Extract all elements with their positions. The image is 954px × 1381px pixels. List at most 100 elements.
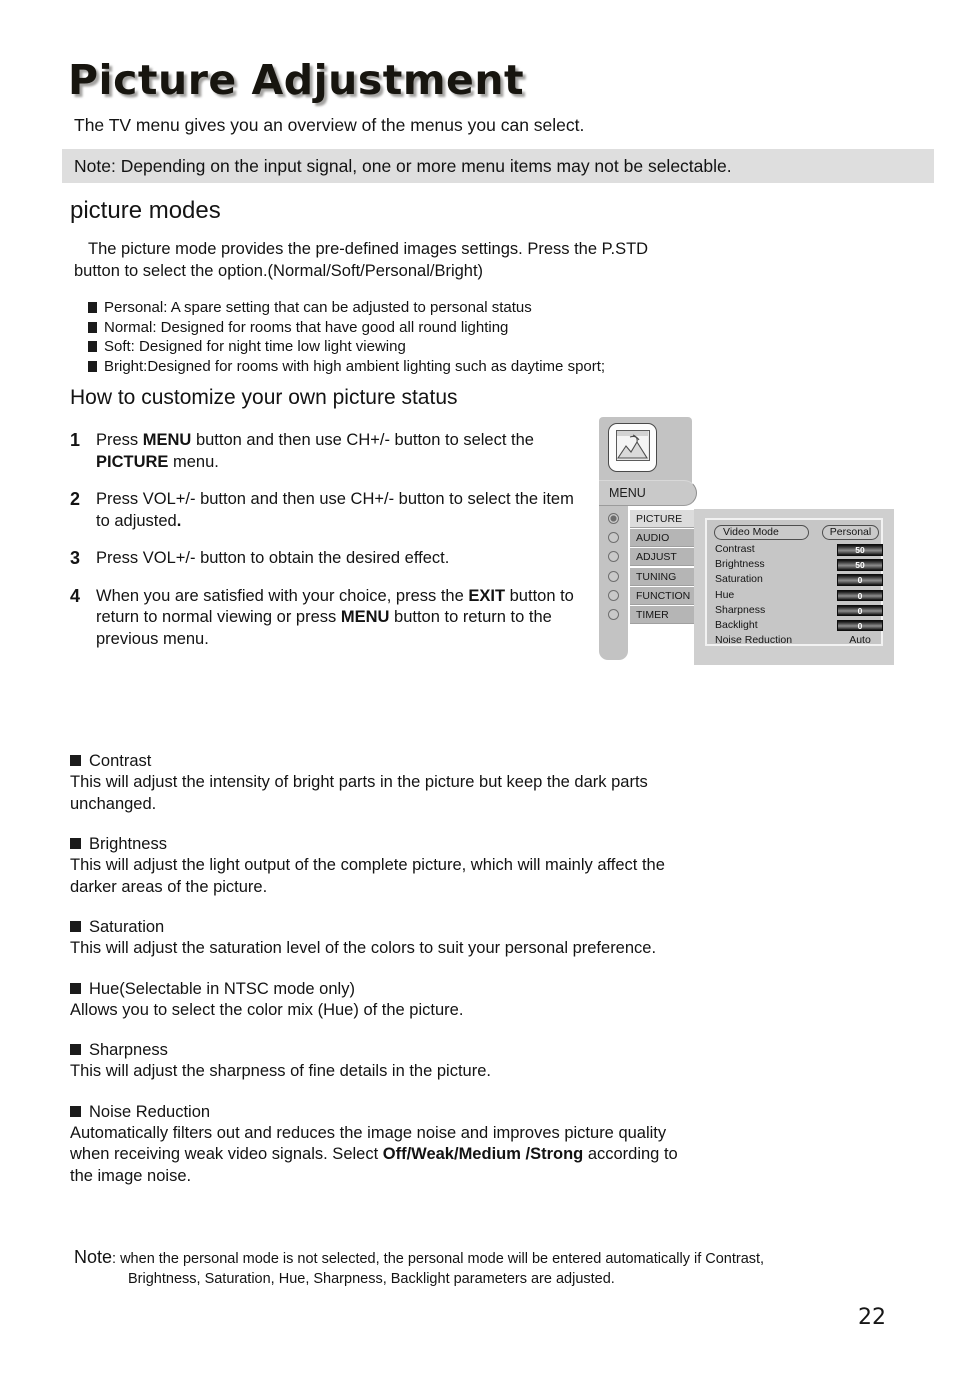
step-number: 4	[70, 585, 81, 606]
osd-video-mode-row[interactable]: Video Mode Personal	[714, 525, 879, 542]
parameter-description-title: Brightness	[70, 833, 690, 855]
emphasis-text: Off/Weak/Medium /Strong	[382, 1145, 584, 1163]
body-text: Press	[96, 431, 143, 449]
osd-setting-row[interactable]: Contrast 50	[714, 543, 883, 558]
parameter-description-body: This will adjust the sharpness of fine d…	[70, 1061, 690, 1083]
page-title: Picture Adjustment	[68, 56, 525, 104]
osd-setting-label: Hue	[715, 588, 735, 601]
parameter-name: Sharpness	[89, 1041, 168, 1059]
bullet-square-icon	[88, 302, 97, 313]
picture-modes-paragraph-line2: button to select the option.(Normal/Soft…	[74, 262, 484, 280]
picture-mode-bullet: Soft: Designed for night time low light …	[88, 337, 848, 357]
osd-nav-item-label: PICTURE	[630, 510, 700, 528]
radio-unselected-icon[interactable]	[608, 570, 619, 582]
step-number: 2	[70, 489, 81, 509]
osd-setting-slider[interactable]: 50	[837, 559, 883, 571]
emphasis-text: MENU	[340, 608, 390, 626]
parameter-description: Noise Reduction Automatically filters out…	[70, 1101, 690, 1188]
body-text: Press VOL+/- button to obtain the desire…	[96, 549, 450, 567]
final-note-label: Note	[74, 1247, 113, 1267]
bullet-square-icon	[70, 1044, 81, 1055]
osd-setting-row[interactable]: Backlight 0	[714, 618, 883, 634]
bullet-square-icon	[70, 921, 81, 932]
picture-modes-paragraph: The picture mode provides the pre-define…	[74, 238, 834, 282]
osd-setting-row[interactable]: Saturation 0	[714, 573, 883, 588]
step-text: Press MENU button and then use CH+/- but…	[96, 431, 534, 471]
parameter-description: Hue(Selectable in NTSC mode only) Allows …	[70, 978, 690, 1022]
osd-setting-slider[interactable]: 0	[837, 619, 883, 632]
osd-setting-slider[interactable]: 0	[837, 604, 883, 617]
osd-menu-tab-label: MENU	[609, 486, 646, 500]
parameter-description-body: This will adjust the light output of the…	[70, 855, 690, 898]
picture-mode-bullet: Normal: Designed for rooms that have goo…	[88, 318, 848, 338]
osd-settings-panel: Video Mode Personal Contrast 50 Brightness…	[694, 509, 894, 665]
osd-setting-label: Brightness	[715, 558, 765, 571]
body-text: This will adjust the sharpness of fine d…	[70, 1062, 491, 1080]
step-number: 3	[70, 548, 81, 568]
osd-nav-item-label: AUDIO	[630, 529, 700, 548]
final-note: Note: when the personal mode is not sele…	[74, 1247, 934, 1289]
osd-setting-slider[interactable]: 50	[837, 544, 883, 556]
osd-nav-item-audio[interactable]: AUDIO	[608, 529, 708, 548]
note-callout-text: Note: Depending on the input signal, one…	[74, 156, 732, 176]
picture-landscape-icon-frame	[616, 430, 650, 461]
osd-nav-item-function[interactable]: FUNCTION	[608, 586, 708, 606]
parameter-descriptions: Contrast This will adjust the intensity o…	[70, 750, 690, 1205]
emphasis-text: MENU	[142, 431, 192, 449]
osd-setting-slider[interactable]: 0	[837, 574, 883, 586]
picture-mode-bullet-text: Soft: Designed for night time low light …	[104, 338, 406, 355]
radio-unselected-icon[interactable]	[608, 589, 619, 601]
radio-unselected-icon[interactable]	[608, 551, 619, 563]
osd-setting-row[interactable]: Brightness 50	[714, 558, 883, 573]
section-heading-picture-modes: picture modes	[70, 197, 221, 224]
osd-setting-row[interactable]: Noise Reduction Auto	[714, 634, 874, 649]
intro-sentence: The TV menu gives you an overview of the…	[74, 115, 585, 135]
picture-modes-paragraph-line1: The picture mode provides the pre-define…	[88, 240, 649, 258]
osd-nav-item-picture[interactable]: PICTURE	[608, 510, 708, 529]
parameter-description: Saturation This will adjust the saturatio…	[70, 916, 690, 960]
step-number: 1	[70, 430, 81, 450]
customize-step: 2 Press VOL+/- button and then use CH+/- …	[70, 489, 580, 532]
parameter-description-body: Automatically filters out and reduces th…	[70, 1123, 690, 1188]
final-note-line1: : when the personal mode is not selected…	[112, 1251, 765, 1267]
radio-unselected-icon[interactable]	[608, 532, 619, 544]
bullet-square-icon	[88, 360, 97, 372]
osd-nav-item-timer[interactable]: TIMER	[608, 605, 708, 625]
osd-nav-item-label: TUNING	[630, 567, 700, 586]
body-text: Press VOL+/- button and then use CH+/- b…	[96, 490, 574, 530]
parameter-description: Sharpness This will adjust the sharpness …	[70, 1039, 690, 1083]
customize-step: 1 Press MENU button and then use CH+/- bu…	[70, 430, 580, 473]
osd-video-mode-value[interactable]: Personal	[822, 525, 879, 540]
parameter-name: Brightness	[89, 835, 167, 853]
step-text: Press VOL+/- button to obtain the desire…	[96, 549, 449, 567]
emphasis-text: .	[176, 511, 182, 530]
document-page: Picture Adjustment The TV menu gives you…	[0, 0, 954, 1381]
emphasis-text: PICTURE	[96, 452, 169, 471]
bullet-square-icon	[88, 341, 97, 352]
final-note-line2: Brightness, Saturation, Hue, Sharpness, …	[128, 1271, 615, 1287]
osd-setting-label: Noise Reduction	[715, 634, 793, 647]
parameter-description-title: Hue(Selectable in NTSC mode only)	[70, 978, 690, 1000]
osd-setting-label: Backlight	[715, 618, 758, 631]
step-text: When you are satisfied with your choice,…	[96, 587, 574, 648]
radio-selected-icon[interactable]	[608, 513, 619, 524]
osd-menu-tab[interactable]: MENU	[599, 480, 697, 506]
osd-setting-row[interactable]: Hue 0	[714, 588, 883, 604]
osd-settings-panel-inner: Video Mode Personal Contrast 50 Brightness…	[705, 518, 883, 646]
bullet-square-icon	[88, 321, 97, 333]
osd-nav-item-label: FUNCTION	[630, 586, 700, 605]
osd-nav-item-adjust[interactable]: ADJUST	[608, 548, 708, 567]
osd-setting-value[interactable]: Auto	[837, 634, 883, 647]
bullet-square-icon	[70, 755, 81, 766]
osd-setting-slider[interactable]: 0	[837, 589, 883, 602]
parameter-description-body: This will adjust the saturation level of…	[70, 938, 690, 960]
bullet-square-icon	[70, 982, 81, 994]
body-text: menu.	[168, 452, 219, 471]
osd-setting-label: Saturation	[715, 573, 763, 586]
osd-nav-item-tuning[interactable]: TUNING	[608, 567, 708, 587]
body-text: This will adjust the saturation level of…	[70, 939, 657, 957]
customize-step: 3 Press VOL+/- button to obtain the desir…	[70, 548, 580, 570]
radio-unselected-icon[interactable]	[608, 608, 619, 620]
picture-mode-bullet-text: Bright:Designed for rooms with high ambi…	[104, 357, 606, 375]
osd-setting-row[interactable]: Sharpness 0	[714, 604, 883, 619]
